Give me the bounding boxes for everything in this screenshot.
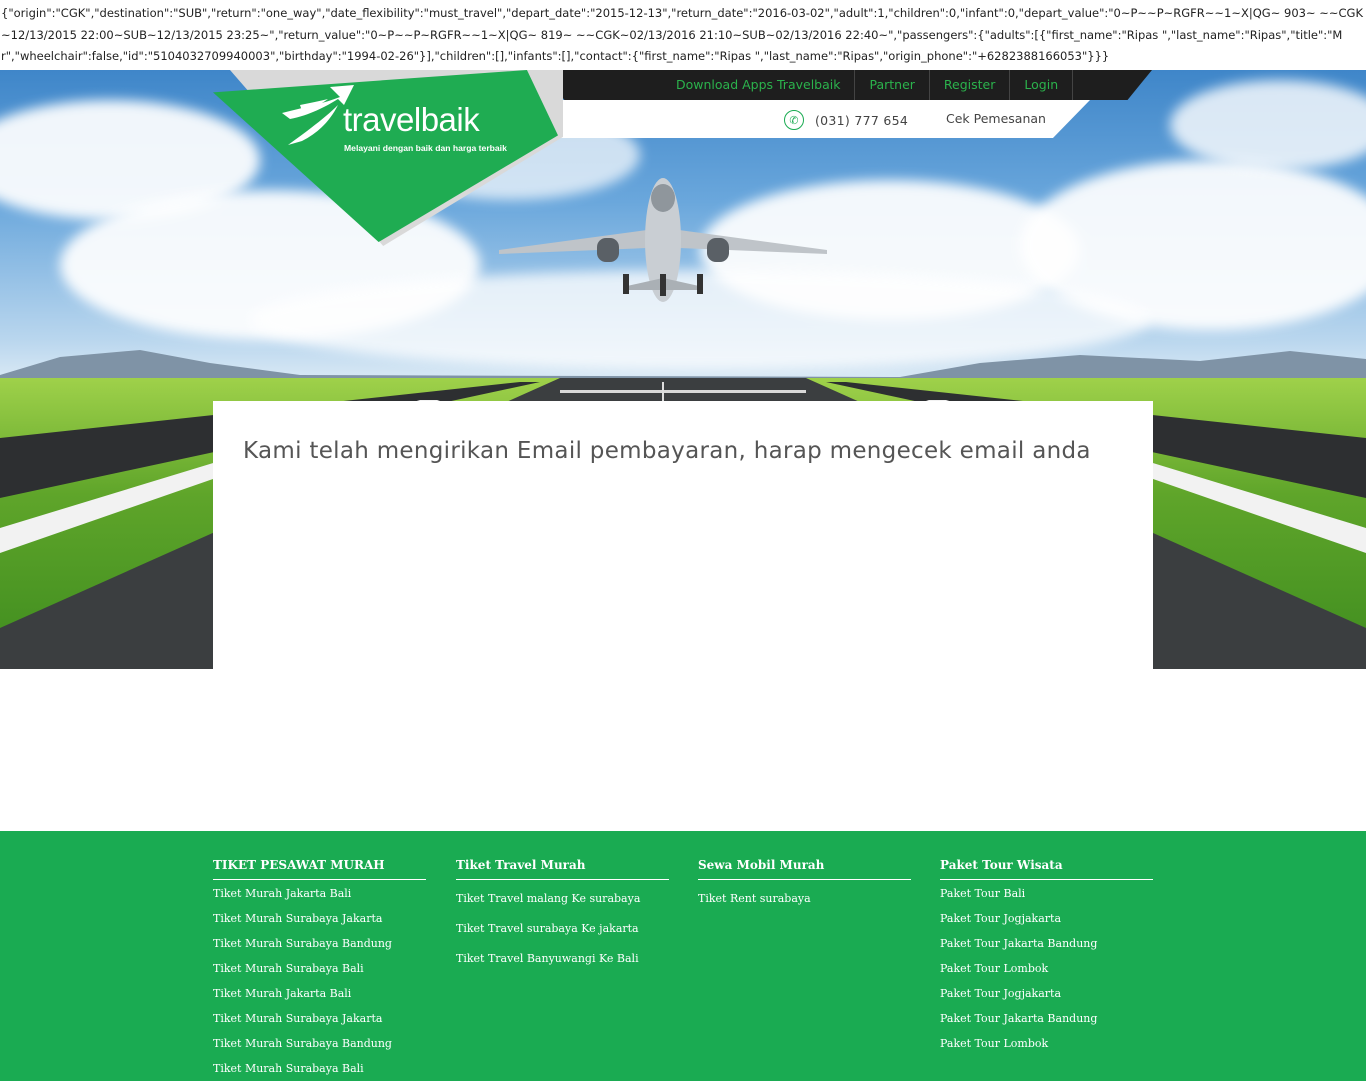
cek-pemesanan-link[interactable]: Cek Pemesanan	[946, 111, 1046, 126]
footer-column-paket-tour: Paket Tour Wisata Paket Tour Bali Paket …	[940, 858, 1153, 1061]
top-nav: Download Apps Travelbaik Partner Registe…	[662, 70, 1074, 100]
footer-link[interactable]: Tiket Travel surabaya Ke jakarta	[456, 921, 669, 951]
footer-link[interactable]: Paket Tour Jakarta Bandung	[940, 936, 1153, 961]
content-card: Kami telah mengirikan Email pembayaran, …	[213, 401, 1153, 669]
footer-link[interactable]: Tiket Travel malang Ke surabaya	[456, 891, 669, 921]
footer-link[interactable]: Tiket Murah Jakarta Bali	[213, 886, 426, 911]
footer-link[interactable]: Tiket Rent surabaya	[698, 891, 911, 921]
confirmation-message: Kami telah mengirikan Email pembayaran, …	[243, 438, 1091, 464]
footer-link[interactable]: Tiket Murah Surabaya Bandung	[213, 1036, 426, 1061]
debug-json-dump: {"origin":"CGK","destination":"SUB","ret…	[0, 0, 1366, 70]
footer: TIKET PESAWAT MURAH Tiket Murah Jakarta …	[0, 831, 1366, 1081]
footer-link[interactable]: Tiket Murah Surabaya Jakarta	[213, 1011, 426, 1036]
footer-link[interactable]: Tiket Murah Surabaya Jakarta	[213, 911, 426, 936]
footer-link[interactable]: Paket Tour Bali	[940, 886, 1153, 911]
footer-link[interactable]: Tiket Travel Banyuwangi Ke Bali	[456, 951, 669, 981]
footer-link[interactable]: Tiket Murah Jakarta Bali	[213, 986, 426, 1011]
cloud	[1170, 80, 1366, 170]
footer-column-sewa-mobil: Sewa Mobil Murah Tiket Rent surabaya	[698, 858, 911, 921]
footer-column-tiket-pesawat: TIKET PESAWAT MURAH Tiket Murah Jakarta …	[213, 858, 426, 1086]
footer-link[interactable]: Tiket Murah Surabaya Bali	[213, 1061, 426, 1086]
login-link[interactable]: Login	[1010, 70, 1074, 100]
register-link[interactable]: Register	[930, 70, 1011, 100]
partner-link[interactable]: Partner	[855, 70, 930, 100]
footer-link[interactable]: Tiket Murah Surabaya Bandung	[213, 936, 426, 961]
footer-column-title: Sewa Mobil Murah	[698, 858, 911, 880]
footer-link[interactable]: Paket Tour Lombok	[940, 1036, 1153, 1061]
brand-tagline: Melayani dengan baik dan harga terbaik	[344, 143, 507, 153]
footer-link[interactable]: Paket Tour Jogjakarta	[940, 986, 1153, 1011]
footer-column-title: TIKET PESAWAT MURAH	[213, 858, 426, 880]
phone-number: (031) 777 654	[815, 112, 909, 128]
footer-column-title: Paket Tour Wisata	[940, 858, 1153, 880]
footer-link[interactable]: Paket Tour Jogjakarta	[940, 911, 1153, 936]
footer-link[interactable]: Paket Tour Jakarta Bandung	[940, 1011, 1153, 1036]
footer-link[interactable]: Paket Tour Lombok	[940, 961, 1153, 986]
brand-name: travelbaik	[343, 101, 480, 138]
phone-icon: ✆	[784, 110, 804, 130]
footer-column-tiket-travel: Tiket Travel Murah Tiket Travel malang K…	[456, 858, 669, 981]
footer-column-title: Tiket Travel Murah	[456, 858, 669, 880]
airplane-image	[499, 178, 827, 302]
download-apps-link[interactable]: Download Apps Travelbaik	[662, 70, 856, 100]
phone-contact: ✆ (031) 777 654	[784, 110, 908, 130]
footer-link[interactable]: Tiket Murah Surabaya Bali	[213, 961, 426, 986]
